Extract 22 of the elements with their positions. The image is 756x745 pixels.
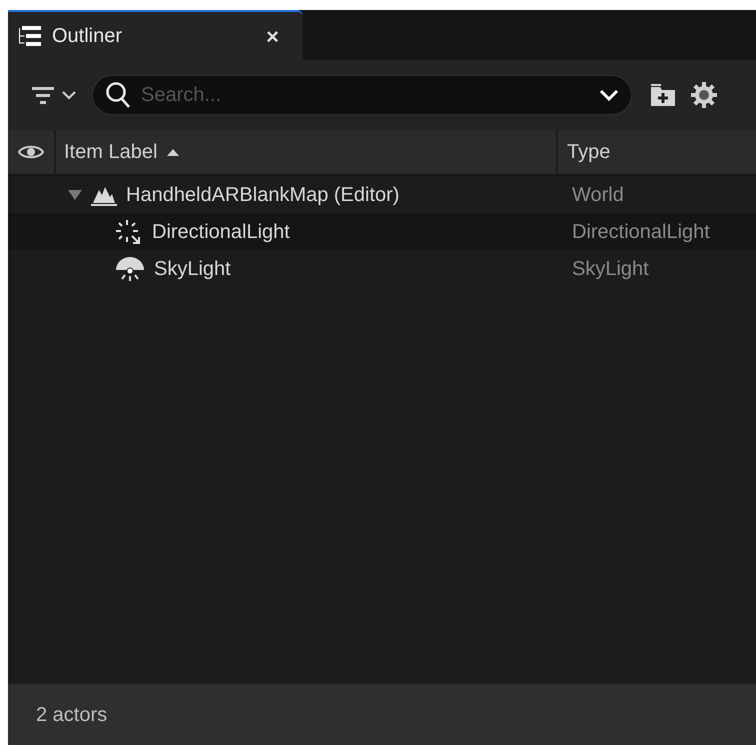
item-label[interactable]: DirectionalLight bbox=[152, 216, 290, 246]
search-field[interactable]: Search... bbox=[92, 75, 632, 115]
expand-triangle-icon[interactable] bbox=[68, 188, 82, 200]
type-cell-text: SkyLight bbox=[571, 256, 649, 282]
tab-title: Outliner bbox=[52, 24, 124, 49]
visibility-icon[interactable] bbox=[18, 143, 44, 161]
type-cell-text: DirectionalLight bbox=[571, 220, 710, 244]
sky-light-icon bbox=[114, 254, 146, 282]
filter-icon[interactable] bbox=[32, 86, 54, 104]
column-header[interactable]: Type bbox=[567, 137, 610, 167]
item-label[interactable]: HandheldARBlankMap (Editor) bbox=[126, 180, 400, 210]
type-cell-text: World bbox=[571, 182, 624, 208]
search-icon bbox=[105, 81, 131, 109]
column-header[interactable]: Item Label bbox=[64, 137, 158, 167]
item-label[interactable]: SkyLight bbox=[154, 254, 231, 284]
outliner-tab[interactable]: Outliner × bbox=[8, 10, 303, 60]
actor-count: 2 actors bbox=[36, 702, 108, 728]
add-folder-icon[interactable] bbox=[650, 83, 676, 107]
settings-icon[interactable] bbox=[690, 81, 718, 109]
close-button[interactable]: × bbox=[266, 20, 279, 52]
outliner-icon bbox=[18, 25, 42, 47]
chevron-down-icon[interactable] bbox=[62, 90, 76, 100]
